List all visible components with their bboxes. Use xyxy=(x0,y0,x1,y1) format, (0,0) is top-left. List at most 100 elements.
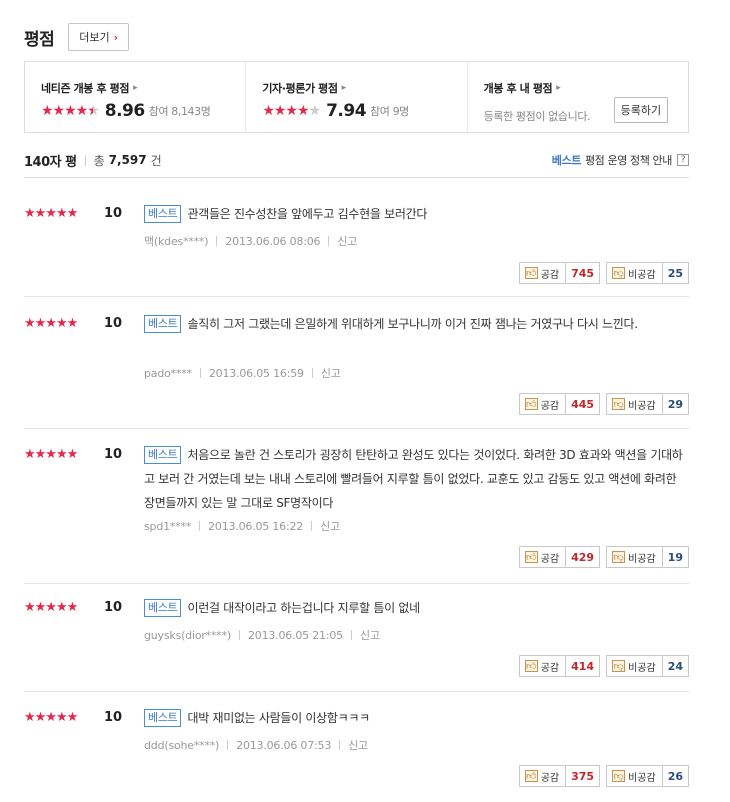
divider xyxy=(24,691,689,692)
like-count: 375 xyxy=(566,765,601,787)
help-icon: ? xyxy=(677,154,689,166)
thumbs-up-icon: 👍︎ xyxy=(524,398,538,410)
review-body: 베스트 대박 재미없는 사람들이 이상함ㅋㅋㅋ xyxy=(144,706,684,730)
like-button[interactable]: 👍︎ 공감 xyxy=(518,765,567,787)
page-title: 평점 xyxy=(24,29,55,50)
review-text: 솔직히 그저 그랬는데 은밀하게 위대하게 보구나니까 이거 진짜 잼나는 거였… xyxy=(187,317,638,331)
like-button[interactable]: 👍︎ 공감 xyxy=(518,262,567,284)
review-meta: pado**** 2013.06.05 16:59 신고 xyxy=(144,365,341,381)
review-date: 2013.06.06 08:06 xyxy=(225,234,321,248)
vote-group: 👍︎ 공감 445 👎︎ 비공감 29 xyxy=(518,393,689,415)
my-score-title-link[interactable]: 개봉 후 내 평점 ▸ xyxy=(484,80,688,96)
register-rating-button[interactable]: 등록하기 xyxy=(613,97,669,123)
report-link[interactable]: 신고 xyxy=(348,737,368,753)
dislike-button[interactable]: 👎︎ 비공감 xyxy=(606,546,663,568)
review-date: 2013.06.05 16:22 xyxy=(208,519,304,533)
report-link[interactable]: 신고 xyxy=(360,627,380,643)
policy-link[interactable]: 베스트 평점 운영 정책 안내 ? xyxy=(552,152,689,168)
review-score: 10 xyxy=(104,206,123,221)
like-count: 414 xyxy=(566,655,601,677)
vote-group: 👍︎ 공감 414 👎︎ 비공감 24 xyxy=(518,655,689,677)
review-text: 이런걸 대작이라고 하는겁니다 지루할 틈이 없네 xyxy=(187,601,420,615)
netizen-score: 네티즌 개봉 후 평점 ▸ ★★★★★★ 8.96 참여 8,143명 xyxy=(25,62,245,132)
review-score: 10 xyxy=(104,600,123,615)
divider xyxy=(24,177,689,178)
netizen-score-value: 8.96 xyxy=(104,101,145,121)
dislike-button[interactable]: 👎︎ 비공감 xyxy=(606,765,663,787)
dislike-count: 19 xyxy=(662,546,689,568)
dislike-button[interactable]: 👎︎ 비공감 xyxy=(606,655,663,677)
review-author[interactable]: ddd(sohe****) xyxy=(144,739,219,752)
review-meta: 맥(kdes****) 2013.06.06 08:06 신고 xyxy=(144,233,357,249)
critic-score-value: 7.94 xyxy=(326,101,367,121)
report-link[interactable]: 신고 xyxy=(337,233,357,249)
no-rating-text: 등록한 평점이 없습니다. xyxy=(483,110,591,123)
best-badge: 베스트 xyxy=(144,205,182,223)
review-score: 10 xyxy=(104,447,123,462)
vote-group: 👍︎ 공감 375 👎︎ 비공감 26 xyxy=(518,765,689,787)
rating-header: 평점 더보기 › xyxy=(24,22,130,52)
dislike-count: 24 xyxy=(662,655,689,677)
review-meta: ddd(sohe****) 2013.06.06 07:53 신고 xyxy=(144,737,368,753)
best-badge: 베스트 xyxy=(144,446,182,464)
dislike-button[interactable]: 👎︎ 비공감 xyxy=(606,393,663,415)
vote-group: 👍︎ 공감 745 👎︎ 비공감 25 xyxy=(518,262,689,284)
divider xyxy=(84,154,86,166)
like-count: 445 xyxy=(566,393,601,415)
star-rating-icon: ★★★★★ xyxy=(262,103,321,119)
thumbs-down-icon: 👎︎ xyxy=(612,660,626,672)
thumbs-up-icon: 👍︎ xyxy=(524,551,538,563)
review-text: 대박 재미없는 사람들이 이상함ㅋㅋㅋ xyxy=(187,711,370,725)
critic-score-title-link[interactable]: 기자·평론가 평점 ▸ xyxy=(262,80,466,96)
like-count: 429 xyxy=(566,546,601,568)
review-body: 베스트 관객들은 진수성찬을 앞에두고 김수현을 보러간다 xyxy=(144,202,684,226)
review-author[interactable]: spd1**** xyxy=(144,520,191,533)
review-body: 베스트 솔직히 그저 그랬는데 은밀하게 위대하게 보구나니까 이거 진짜 잼나는… xyxy=(144,312,684,336)
star-rating-icon: ★★★★★ xyxy=(24,447,78,462)
netizen-score-title-link[interactable]: 네티즌 개봉 후 평점 ▸ xyxy=(41,80,245,96)
like-button[interactable]: 👍︎ 공감 xyxy=(518,546,567,568)
best-badge: 베스트 xyxy=(144,709,182,727)
arrow-right-icon: ▸ xyxy=(133,83,138,93)
thumbs-up-icon: 👍︎ xyxy=(524,770,538,782)
star-rating-icon: ★★★★★ xyxy=(24,600,78,615)
dislike-count: 26 xyxy=(662,765,689,787)
critic-participants: 참여 9명 xyxy=(370,105,409,118)
thumbs-down-icon: 👎︎ xyxy=(612,551,626,563)
total-count: 7,597 xyxy=(108,153,147,167)
review-author[interactable]: 맥(kdes****) xyxy=(144,233,209,249)
more-button[interactable]: 더보기 › xyxy=(68,23,130,51)
thumbs-down-icon: 👎︎ xyxy=(612,770,626,782)
best-badge: 베스트 xyxy=(144,599,182,617)
thumbs-down-icon: 👎︎ xyxy=(612,267,626,279)
thumbs-up-icon: 👍︎ xyxy=(524,660,538,672)
report-link[interactable]: 신고 xyxy=(321,365,341,381)
thumbs-down-icon: 👎︎ xyxy=(612,398,626,410)
review-body: 베스트 처음으로 놀란 건 스토리가 굉장히 탄탄하고 완성도 있다는 것이었다.… xyxy=(144,443,684,515)
vote-group: 👍︎ 공감 429 👎︎ 비공감 19 xyxy=(518,546,689,568)
dislike-count: 29 xyxy=(662,393,689,415)
review-author[interactable]: guysks(dior****) xyxy=(144,629,231,642)
review-meta: spd1**** 2013.06.05 16:22 신고 xyxy=(144,518,340,534)
dislike-count: 25 xyxy=(662,262,689,284)
review-meta: guysks(dior****) 2013.06.05 21:05 신고 xyxy=(144,627,380,643)
netizen-participants: 참여 8,143명 xyxy=(148,105,211,118)
review-text: 관객들은 진수성찬을 앞에두고 김수현을 보러간다 xyxy=(187,207,428,221)
divider xyxy=(24,296,689,297)
like-button[interactable]: 👍︎ 공감 xyxy=(518,393,567,415)
like-count: 745 xyxy=(566,262,601,284)
thumbs-up-icon: 👍︎ xyxy=(524,267,538,279)
review-body: 베스트 이런걸 대작이라고 하는겁니다 지루할 틈이 없네 xyxy=(144,596,684,620)
total-unit: 건 xyxy=(150,153,162,168)
review-text: 처음으로 놀란 건 스토리가 굉장히 탄탄하고 완성도 있다는 것이었다. 화려… xyxy=(144,448,683,510)
dislike-button[interactable]: 👎︎ 비공감 xyxy=(606,262,663,284)
tab-140-reviews[interactable]: 140자 평 xyxy=(24,151,77,170)
review-author[interactable]: pado**** xyxy=(144,367,192,380)
chevron-right-icon: › xyxy=(113,30,119,44)
star-rating-icon: ★★★★★ xyxy=(24,710,78,725)
like-button[interactable]: 👍︎ 공감 xyxy=(518,655,567,677)
report-link[interactable]: 신고 xyxy=(320,518,340,534)
review-score: 10 xyxy=(104,710,123,725)
star-rating-icon: ★★★★★★ xyxy=(41,103,100,119)
score-summary: 네티즌 개봉 후 평점 ▸ ★★★★★★ 8.96 참여 8,143명 기자·평… xyxy=(24,61,689,133)
